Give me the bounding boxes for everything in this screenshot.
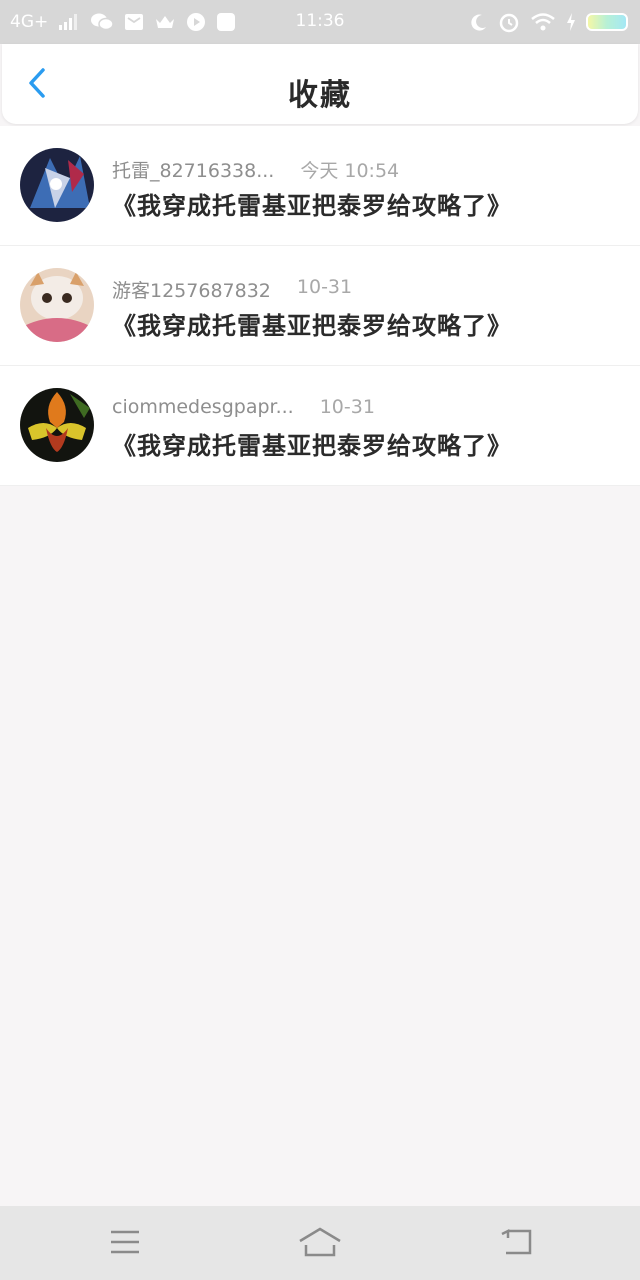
item-meta: ciommedesgpapr... 10-31 — [112, 396, 375, 418]
return-icon — [498, 1228, 534, 1260]
home-icon — [298, 1227, 342, 1261]
item-meta: 托雷_82716338... 今天 10:54 — [112, 156, 399, 183]
username[interactable]: 托雷_82716338... — [112, 156, 274, 183]
username[interactable]: ciommedesgpapr... — [112, 396, 294, 418]
favorite-item[interactable]: 托雷_82716338... 今天 10:54 《我穿成托雷基亚把泰罗给攻略了》 — [0, 126, 640, 246]
timestamp: 10-31 — [319, 396, 375, 418]
charging-icon — [566, 13, 576, 31]
timestamp: 10-31 — [296, 276, 353, 298]
home-button[interactable] — [298, 1226, 342, 1262]
page-title: 收藏 — [288, 78, 352, 113]
status-bar: 4G+ 11:36 — [0, 0, 640, 44]
item-title[interactable]: 《我穿成托雷基亚把泰罗给攻略了》 — [112, 306, 512, 341]
avatar-image — [20, 148, 94, 222]
moon-icon — [470, 13, 488, 31]
item-title[interactable]: 《我穿成托雷基亚把泰罗给攻略了》 — [112, 186, 512, 221]
favorite-item[interactable]: ciommedesgpapr... 10-31 《我穿成托雷基亚把泰罗给攻略了》 — [0, 366, 640, 486]
avatar[interactable] — [20, 388, 94, 462]
item-meta: 游客1257687832 10-31 — [112, 276, 352, 303]
menu-icon — [109, 1229, 141, 1259]
avatar-image — [20, 388, 94, 462]
username[interactable]: 游客1257687832 — [112, 276, 271, 303]
alarm-icon — [498, 11, 520, 33]
favorites-list: 托雷_82716338... 今天 10:54 《我穿成托雷基亚把泰罗给攻略了》… — [0, 126, 640, 486]
system-nav-bar — [0, 1206, 640, 1280]
wifi-icon — [530, 12, 556, 32]
avatar[interactable] — [20, 148, 94, 222]
back-nav-button[interactable] — [494, 1226, 538, 1262]
item-title[interactable]: 《我穿成托雷基亚把泰罗给攻略了》 — [112, 426, 512, 461]
timestamp: 今天 10:54 — [300, 160, 400, 182]
favorite-item[interactable]: 游客1257687832 10-31 《我穿成托雷基亚把泰罗给攻略了》 — [0, 246, 640, 366]
avatar[interactable] — [20, 268, 94, 342]
avatar-image — [20, 268, 94, 342]
app-header: 收藏 — [2, 44, 638, 124]
battery-icon — [586, 13, 628, 31]
menu-button[interactable] — [103, 1226, 147, 1262]
status-right — [470, 0, 628, 44]
